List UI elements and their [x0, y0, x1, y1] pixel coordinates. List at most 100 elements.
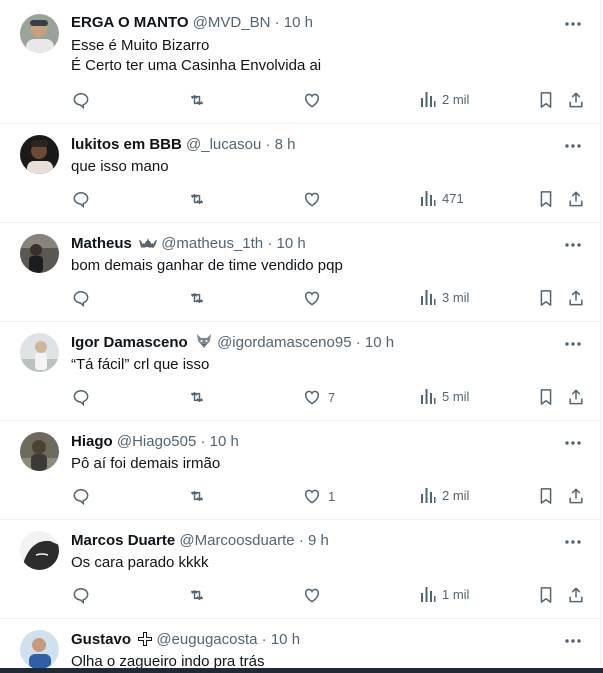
- retweet-button[interactable]: [187, 486, 207, 506]
- display-name[interactable]: lukitos em BBB: [71, 136, 182, 153]
- handle[interactable]: @Marcoosduarte: [179, 532, 294, 549]
- more-options-icon[interactable]: [564, 238, 582, 252]
- reply-tweet[interactable]: Igor Damasceno @igordamasceno95 · 10 h “…: [0, 321, 600, 421]
- timestamp[interactable]: 10 h: [210, 433, 239, 450]
- more-options-icon[interactable]: [564, 139, 582, 153]
- share-button[interactable]: [566, 387, 586, 407]
- avatar[interactable]: [20, 333, 59, 372]
- handle[interactable]: @matheus_1th: [161, 235, 263, 252]
- retweet-icon: [187, 585, 207, 605]
- cross-emoji-icon: [138, 632, 153, 652]
- avatar[interactable]: [20, 14, 59, 53]
- views-button[interactable]: 1 mil: [420, 585, 469, 603]
- more-options-icon[interactable]: [564, 436, 582, 450]
- reply-button[interactable]: [71, 189, 91, 209]
- timestamp[interactable]: 9 h: [308, 532, 329, 549]
- like-button[interactable]: [302, 90, 328, 110]
- bookmark-button[interactable]: [536, 486, 556, 506]
- reply-tweet[interactable]: Matheus @matheus_1th · 10 h bom demais g…: [0, 222, 600, 322]
- reply-tweet[interactable]: Marcos Duarte @Marcoosduarte · 9 h Os ca…: [0, 519, 600, 619]
- bookmark-icon: [536, 288, 556, 308]
- tweet-header: Marcos Duarte @Marcoosduarte · 9 h: [71, 531, 329, 551]
- handle[interactable]: @igordamasceno95: [217, 334, 351, 351]
- tweet-header: Igor Damasceno @igordamasceno95 · 10 h: [71, 333, 394, 355]
- share-button[interactable]: [566, 486, 586, 506]
- like-button[interactable]: [302, 288, 328, 308]
- timestamp[interactable]: 10 h: [365, 334, 394, 351]
- like-button[interactable]: [302, 585, 328, 605]
- display-name[interactable]: Igor Damasceno: [71, 334, 188, 351]
- more-options-icon[interactable]: [564, 17, 582, 31]
- share-icon: [566, 90, 586, 110]
- views-button[interactable]: 2 mil: [420, 90, 469, 108]
- reply-tweet[interactable]: Gustavo @eugugacosta · 10 h Olha o zague…: [0, 618, 600, 668]
- avatar[interactable]: [20, 531, 59, 570]
- avatar[interactable]: [20, 135, 59, 174]
- more-options-icon[interactable]: [564, 634, 582, 648]
- display-name[interactable]: Matheus: [71, 235, 132, 252]
- share-icon: [566, 486, 586, 506]
- timestamp[interactable]: 10 h: [276, 235, 305, 252]
- reply-tweet[interactable]: Hiago @Hiago505 · 10 h Pô aí foi demais …: [0, 420, 600, 520]
- more-options-icon[interactable]: [564, 337, 582, 351]
- more-options-icon[interactable]: [564, 535, 582, 549]
- retweet-icon: [187, 189, 207, 209]
- like-button[interactable]: 1: [302, 486, 335, 506]
- share-button[interactable]: [566, 288, 586, 308]
- share-icon: [566, 585, 586, 605]
- view-count: 3 mil: [442, 289, 470, 305]
- reply-button[interactable]: [71, 90, 91, 110]
- timestamp[interactable]: 10 h: [271, 631, 300, 648]
- bookmark-button[interactable]: [536, 387, 556, 407]
- display-name[interactable]: ERGA O MANTO: [71, 14, 189, 31]
- display-name[interactable]: Marcos Duarte: [71, 532, 175, 549]
- reply-tweet[interactable]: lukitos em BBB @_lucasou · 8 h que isso …: [0, 123, 600, 223]
- views-button[interactable]: 3 mil: [420, 288, 469, 306]
- share-button[interactable]: [566, 189, 586, 209]
- tweet-actions: 7 5 mil: [0, 387, 600, 407]
- timestamp[interactable]: 10 h: [284, 14, 313, 31]
- reply-button[interactable]: [71, 288, 91, 308]
- display-name[interactable]: Hiago: [71, 433, 113, 450]
- retweet-button[interactable]: [187, 189, 207, 209]
- views-icon: [420, 288, 436, 306]
- share-button[interactable]: [566, 585, 586, 605]
- reply-icon: [71, 486, 91, 506]
- handle[interactable]: @MVD_BN: [193, 14, 271, 31]
- avatar[interactable]: [20, 234, 59, 273]
- views-button[interactable]: 2 mil: [420, 486, 469, 504]
- views-button[interactable]: 5 mil: [420, 387, 469, 405]
- tweet-text-line: Olha o zagueiro indo pra trás: [71, 653, 265, 668]
- handle[interactable]: @_lucasou: [186, 136, 261, 153]
- bookmark-button[interactable]: [536, 288, 556, 308]
- timestamp[interactable]: 8 h: [275, 136, 296, 153]
- like-button[interactable]: 7: [302, 387, 335, 407]
- reply-icon: [71, 387, 91, 407]
- handle[interactable]: @Hiago505: [117, 433, 196, 450]
- bookmark-button[interactable]: [536, 585, 556, 605]
- separator: ·: [265, 136, 271, 153]
- view-count: 2 mil: [442, 91, 470, 107]
- avatar[interactable]: [20, 432, 59, 471]
- share-button[interactable]: [566, 90, 586, 110]
- like-button[interactable]: [302, 189, 328, 209]
- reply-button[interactable]: [71, 387, 91, 407]
- retweet-button[interactable]: [187, 585, 207, 605]
- reply-tweet[interactable]: ERGA O MANTO @MVD_BN · 10 h Esse é Muito…: [0, 0, 600, 124]
- tweet-actions: 471: [0, 189, 600, 209]
- retweet-button[interactable]: [187, 288, 207, 308]
- retweet-button[interactable]: [187, 387, 207, 407]
- views-button[interactable]: 471: [420, 189, 464, 207]
- reply-button[interactable]: [71, 486, 91, 506]
- handle[interactable]: @eugugacosta: [156, 631, 257, 648]
- tweet-header: Gustavo @eugugacosta · 10 h: [71, 630, 300, 652]
- retweet-icon: [187, 387, 207, 407]
- bookmark-button[interactable]: [536, 189, 556, 209]
- avatar[interactable]: [20, 630, 59, 668]
- display-name[interactable]: Gustavo: [71, 631, 131, 648]
- reply-timeline: ERGA O MANTO @MVD_BN · 10 h Esse é Muito…: [0, 0, 601, 673]
- retweet-button[interactable]: [187, 90, 207, 110]
- tweet-text-line: Pô aí foi demais irmão: [71, 455, 221, 472]
- reply-button[interactable]: [71, 585, 91, 605]
- bookmark-button[interactable]: [536, 90, 556, 110]
